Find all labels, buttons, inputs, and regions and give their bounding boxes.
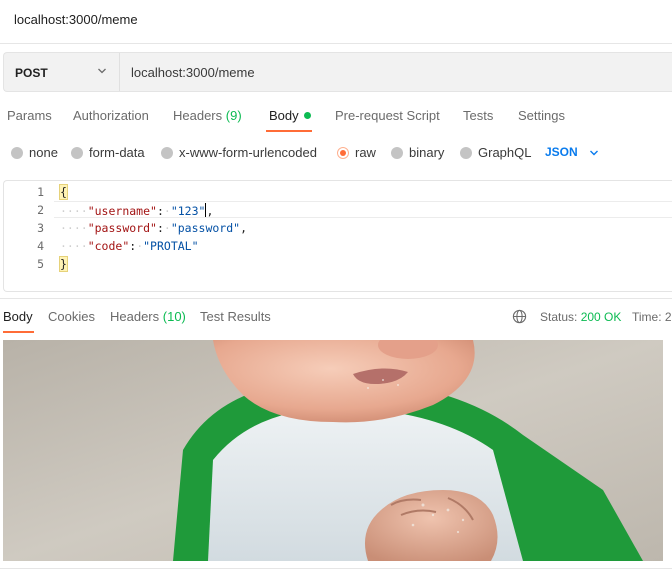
json-value: "PROTAL" xyxy=(143,239,199,253)
json-value: "123" xyxy=(170,204,206,218)
response-tab-cookies[interactable]: Cookies xyxy=(48,309,95,324)
line-number: 4 xyxy=(37,239,44,253)
tab-settings[interactable]: Settings xyxy=(518,108,565,123)
meme-image xyxy=(3,340,663,561)
globe-icon[interactable] xyxy=(512,309,527,324)
tab-label: Body xyxy=(3,309,33,324)
radio-raw[interactable]: raw xyxy=(337,145,376,161)
radio-label: GraphQL xyxy=(478,145,532,160)
line-number: 2 xyxy=(37,203,44,217)
json-comma: , xyxy=(206,204,214,218)
tab-label: Pre-request Script xyxy=(335,108,440,123)
window-title-bar: localhost:3000/meme xyxy=(0,0,672,44)
radio-form-data[interactable]: form-data xyxy=(71,145,145,161)
body-modified-dot xyxy=(303,112,311,119)
radio-graphql[interactable]: GraphQL xyxy=(460,145,531,161)
radio-circle-selected xyxy=(337,147,349,159)
tab-params[interactable]: Params xyxy=(7,108,52,123)
line-number: 3 xyxy=(37,221,44,235)
line-number: 5 xyxy=(37,257,44,271)
line-number: 1 xyxy=(37,185,44,199)
status-label: Status: xyxy=(540,310,578,324)
tab-label: Headers xyxy=(110,309,160,324)
close-brace: } xyxy=(59,256,68,272)
response-tab-test-results[interactable]: Test Results xyxy=(200,309,271,324)
tab-label: Params xyxy=(7,108,52,123)
chevron-down-icon xyxy=(98,68,106,74)
radio-circle xyxy=(460,147,472,159)
chevron-down-icon[interactable] xyxy=(589,148,599,158)
tab-tests[interactable]: Tests xyxy=(463,108,493,123)
tab-label: Cookies xyxy=(48,309,95,324)
code-line: ····"code":·"PROTAL" xyxy=(60,239,199,253)
tab-authorization[interactable]: Authorization xyxy=(73,108,149,123)
json-key: "password" xyxy=(87,221,157,235)
method-label: POST xyxy=(15,66,48,80)
radio-label: binary xyxy=(409,145,445,160)
body-type-options: none form-data x-www-form-urlencoded raw… xyxy=(0,142,672,164)
radio-x-www-form-urlencoded[interactable]: x-www-form-urlencoded xyxy=(161,145,317,161)
json-value: "password" xyxy=(170,221,241,235)
url-input[interactable]: localhost:3000/meme xyxy=(131,65,255,80)
tab-label: Tests xyxy=(463,108,494,123)
tab-headers[interactable]: Headers (9) xyxy=(173,108,242,123)
request-bar: POST localhost:3000/meme xyxy=(3,52,672,92)
response-tab-headers[interactable]: Headers (10) xyxy=(110,309,186,324)
request-tabs: Params Authorization Headers (9) Body Pr… xyxy=(0,104,672,132)
json-key: "code" xyxy=(87,239,130,253)
tab-pre-request-script[interactable]: Pre-request Script xyxy=(335,108,440,123)
radio-circle xyxy=(161,147,173,159)
response-status[interactable]: Status: 200 OK xyxy=(540,310,621,324)
response-tab-body[interactable]: Body xyxy=(3,309,33,324)
tab-label: Body xyxy=(269,108,299,123)
code-line: } xyxy=(59,256,68,272)
tab-label: Headers xyxy=(173,108,223,123)
radio-circle xyxy=(71,147,83,159)
status-value: 200 OK xyxy=(580,310,622,324)
panel-bottom-divider xyxy=(0,568,672,569)
radio-label: x-www-form-urlencoded xyxy=(179,145,317,160)
json-key: "username" xyxy=(87,204,157,218)
radio-binary[interactable]: binary xyxy=(391,145,444,161)
code-line: ····"password":·"password", xyxy=(60,221,248,235)
radio-none[interactable]: none xyxy=(11,145,58,161)
window-title: localhost:3000/meme xyxy=(14,12,138,27)
raw-format-select[interactable]: JSON xyxy=(545,145,578,159)
radio-circle xyxy=(11,147,23,159)
code-line: { xyxy=(59,184,68,200)
code-line: ····"username":·"123", xyxy=(60,203,214,218)
body-code-editor[interactable]: 1 2 3 4 5 { ····"username":·"123", ····"… xyxy=(3,180,672,292)
active-tab-indicator xyxy=(266,130,312,132)
radio-circle xyxy=(391,147,403,159)
tab-label: Authorization xyxy=(73,108,149,123)
meme-picture xyxy=(3,340,663,561)
headers-count: (9) xyxy=(225,108,242,123)
tab-label: Test Results xyxy=(200,309,271,324)
json-comma: , xyxy=(240,221,248,235)
active-response-tab-indicator xyxy=(3,331,34,333)
radio-label: form-data xyxy=(89,145,145,160)
radio-label: raw xyxy=(355,145,376,160)
method-select[interactable]: POST xyxy=(4,53,120,91)
response-time[interactable]: Time: 2 xyxy=(632,310,672,324)
response-headers-count: (10) xyxy=(162,309,186,324)
tab-label: Settings xyxy=(518,108,565,123)
open-brace: { xyxy=(59,184,68,200)
response-tabs: Body Cookies Headers (10) Test Results S… xyxy=(0,298,672,334)
tab-body[interactable]: Body xyxy=(269,108,311,123)
radio-label: none xyxy=(29,145,58,160)
